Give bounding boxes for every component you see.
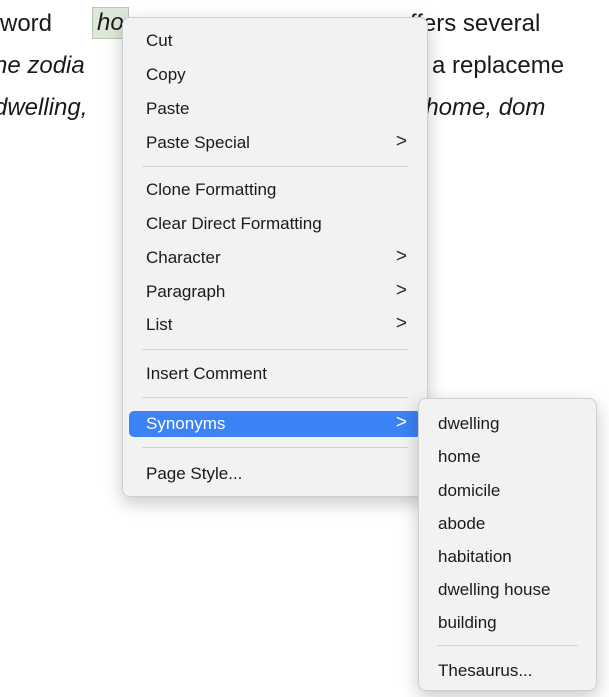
synonym-label: dwelling house (438, 580, 551, 599)
menu-separator (142, 447, 408, 448)
document-text: ffers several (410, 10, 541, 37)
synonym-item-home[interactable]: home (425, 444, 590, 470)
menu-item-character[interactable]: Character > (129, 245, 421, 271)
synonym-item-habitation[interactable]: habitation (425, 544, 590, 570)
menu-item-label: Page Style... (146, 464, 243, 483)
menu-item-clear-direct-formatting[interactable]: Clear Direct Formatting (129, 211, 421, 237)
chevron-right-icon: > (395, 131, 407, 152)
synonym-label: dwelling (438, 414, 500, 433)
menu-separator (142, 349, 408, 350)
menu-item-page-style[interactable]: Page Style... (129, 461, 421, 487)
menu-item-label: Insert Comment (146, 364, 267, 383)
chevron-right-icon: > (395, 313, 407, 334)
synonym-label: home (438, 447, 481, 466)
menu-item-label: Cut (146, 31, 173, 50)
menu-separator (142, 397, 408, 398)
menu-item-copy[interactable]: Copy (129, 62, 421, 88)
document-text: a replaceme (432, 52, 565, 79)
menu-item-label: Copy (146, 65, 186, 84)
menu-item-synonyms[interactable]: Synonyms > (129, 411, 421, 437)
menu-item-cut[interactable]: Cut (129, 28, 421, 54)
menu-item-clone-formatting[interactable]: Clone Formatting (129, 177, 421, 203)
synonyms-submenu: dwelling home domicile abode habitation … (418, 398, 597, 691)
chevron-right-icon: > (395, 246, 407, 267)
menu-item-label: Clear Direct Formatting (146, 214, 322, 233)
synonym-item-domicile[interactable]: domicile (425, 478, 590, 504)
synonym-label: habitation (438, 547, 512, 566)
menu-item-list[interactable]: List > (129, 312, 421, 338)
menu-item-label: Character (146, 248, 221, 267)
synonym-item-abode[interactable]: abode (425, 511, 590, 537)
menu-item-paste-special[interactable]: Paste Special > (129, 130, 421, 156)
menu-item-label: Synonyms (146, 414, 226, 433)
synonym-label: domicile (438, 481, 501, 500)
menu-item-label: Paste Special (146, 133, 250, 152)
chevron-right-icon: > (395, 280, 407, 301)
menu-item-label: List (146, 315, 173, 334)
document-text: word (0, 10, 53, 37)
menu-item-paragraph[interactable]: Paragraph > (129, 279, 421, 305)
chevron-right-icon: > (395, 412, 407, 433)
synonym-item-dwelling-house[interactable]: dwelling house (425, 577, 590, 603)
thesaurus-item[interactable]: Thesaurus... (425, 658, 590, 684)
menu-item-label: Paste (146, 99, 190, 118)
synonym-label: Thesaurus... (438, 661, 533, 680)
synonym-label: abode (438, 514, 486, 533)
menu-item-paste[interactable]: Paste (129, 96, 421, 122)
synonym-item-dwelling[interactable]: dwelling (425, 411, 590, 437)
menu-item-insert-comment[interactable]: Insert Comment (129, 361, 421, 387)
menu-separator (437, 645, 578, 646)
context-menu: Cut Copy Paste Paste Special > Clone For… (122, 17, 428, 497)
menu-separator (142, 166, 408, 167)
document-text: , home, dom (412, 94, 546, 121)
document-text: dwelling, (0, 94, 88, 121)
synonym-label: building (438, 613, 497, 632)
synonym-item-building[interactable]: building (425, 610, 590, 636)
document-text: ne zodia (0, 52, 85, 79)
menu-item-label: Paragraph (146, 282, 226, 301)
menu-item-label: Clone Formatting (146, 180, 277, 199)
